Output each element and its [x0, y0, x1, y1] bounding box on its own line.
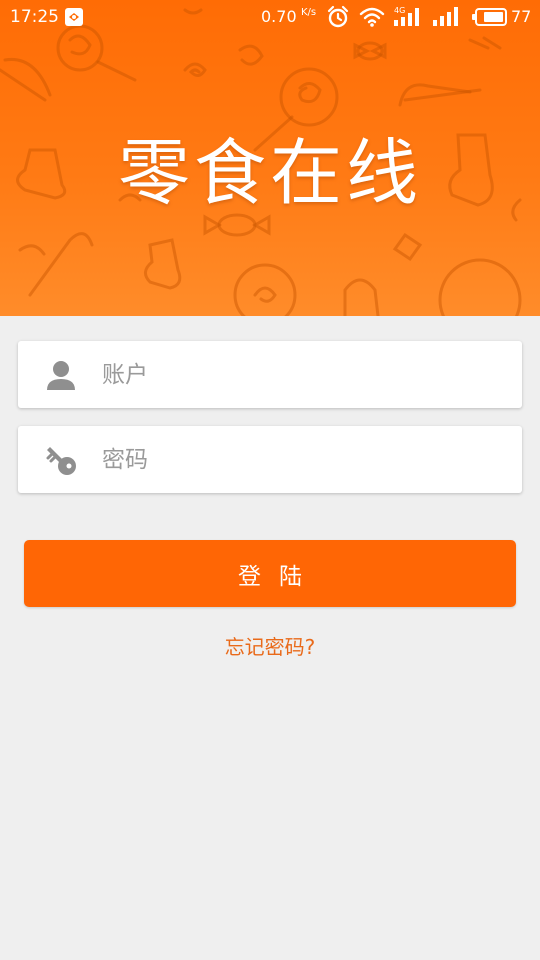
- network-speed: 0.70: [261, 7, 297, 26]
- network-speed-unit: K/s: [301, 7, 317, 18]
- password-input[interactable]: [102, 426, 502, 493]
- status-bar: 17:25 0.70 K/s 4G 77: [0, 0, 540, 34]
- battery-icon: [472, 8, 507, 26]
- wifi-icon: [359, 7, 385, 27]
- network-type-label: 4G: [394, 6, 405, 15]
- login-button[interactable]: 登陆: [24, 540, 516, 607]
- battery-level: 77: [511, 7, 532, 26]
- key-icon: [46, 447, 76, 475]
- account-input[interactable]: [102, 341, 502, 408]
- account-field-card: [18, 341, 522, 408]
- forgot-password-link[interactable]: 忘记密码?: [0, 632, 540, 662]
- password-field-card: [18, 426, 522, 493]
- notification-app-icon: [65, 8, 83, 26]
- signal-strength-icon: [433, 7, 458, 26]
- user-icon: [47, 361, 75, 390]
- alarm-icon: [327, 5, 349, 28]
- signal-4g-icon: 4G: [394, 6, 419, 26]
- status-time: 17:25: [10, 7, 59, 27]
- header-banner: 零食在线: [0, 0, 540, 316]
- app-title: 零食在线: [117, 131, 422, 215]
